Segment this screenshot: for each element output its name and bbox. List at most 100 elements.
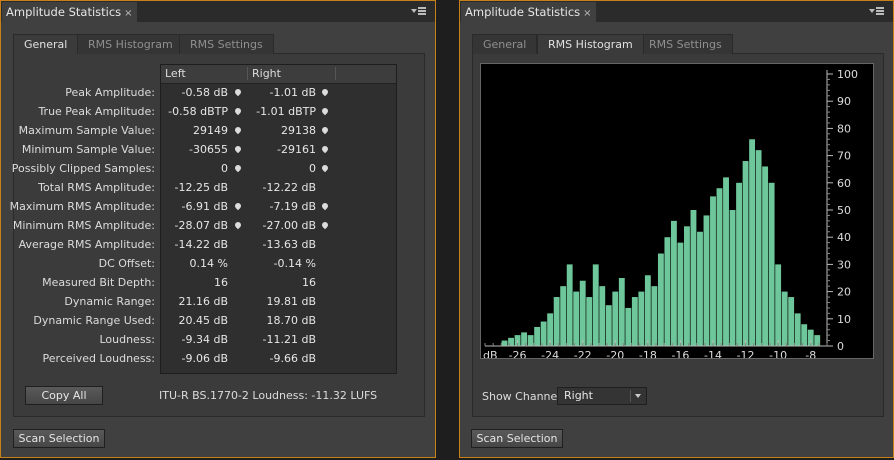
histogram-bar xyxy=(560,286,567,346)
tab-rms-settings[interactable]: RMS Settings xyxy=(179,34,274,54)
histogram-bar xyxy=(755,150,762,346)
histogram-bar xyxy=(677,242,684,346)
histogram-bar xyxy=(723,177,729,346)
histogram-bar xyxy=(599,286,606,346)
stat-value-left: 20.45 dB xyxy=(178,314,228,327)
tab-general[interactable]: General xyxy=(13,34,79,54)
x-tick-label: -18 xyxy=(639,349,657,358)
histogram-svg: 0 10 20 30 40 50 60 70 80 90 100 -26 -24 -22 -20 -18 -16… xyxy=(483,68,858,358)
histogram-bar xyxy=(781,291,788,346)
tab-general[interactable]: General xyxy=(472,34,538,54)
stat-label: Average RMS Amplitude: xyxy=(18,238,155,251)
panel-tab-bar: Amplitude Statistics × xyxy=(460,1,893,22)
stat-value-left: -12.25 dB xyxy=(174,181,229,194)
histogram-bar xyxy=(710,196,716,346)
histogram-bar xyxy=(788,297,795,346)
histogram-bar xyxy=(553,297,560,346)
panel-title-tab[interactable]: Amplitude Statistics × xyxy=(2,2,137,22)
histogram-bar xyxy=(540,321,547,346)
stat-value-right: -1.01 dBTP xyxy=(256,105,316,118)
tab-rms-histogram[interactable]: RMS Histogram xyxy=(537,34,644,54)
stat-label: Possibly Clipped Samples: xyxy=(11,162,155,175)
stat-value-right: -12.22 dB xyxy=(262,181,317,194)
histogram-bar xyxy=(749,139,756,346)
stat-value-right: -0.14 % xyxy=(273,257,316,270)
rms-histogram-chart: 0 10 20 30 40 50 60 70 80 90 100 -26 -24 -22 -20 -18 -16… xyxy=(480,63,874,359)
stat-value-left: -0.58 dB xyxy=(181,86,229,99)
stat-value-right: 19.81 dB xyxy=(266,295,316,308)
histogram-bar xyxy=(579,280,586,346)
channel-select-value: Right xyxy=(564,389,593,402)
stat-value-left: 16 xyxy=(214,276,228,289)
histogram-bar xyxy=(775,264,782,346)
amplitude-statistics-panel-histogram: Amplitude Statistics × General RMS Histog… xyxy=(459,0,894,458)
histogram-bar xyxy=(736,182,742,346)
column-right[interactable]: Right xyxy=(252,67,281,80)
stat-value-right: 18.70 dB xyxy=(266,314,316,327)
x-tick-label: -24 xyxy=(541,349,559,358)
x-unit-label: dB xyxy=(483,349,498,358)
stat-label: Perceived Loudness: xyxy=(42,352,155,365)
stat-value-left: -6.91 dB xyxy=(181,200,229,213)
histogram-bar xyxy=(592,264,599,346)
histogram-bar xyxy=(625,307,632,346)
histogram-bar xyxy=(762,166,769,346)
histogram-bar xyxy=(794,313,801,346)
histogram-bar xyxy=(501,340,508,346)
channel-select[interactable]: Right xyxy=(557,387,647,405)
column-left[interactable]: Left xyxy=(165,67,186,80)
x-tick-label: -16 xyxy=(671,349,689,358)
histogram-bar xyxy=(566,264,573,346)
stat-value-right: -1.01 dB xyxy=(269,86,317,99)
stat-value-left: -30655 xyxy=(189,143,228,156)
tab-rms-histogram[interactable]: RMS Histogram xyxy=(77,34,184,54)
panel-menu-icon[interactable] xyxy=(869,6,885,17)
histogram-bar xyxy=(638,291,645,346)
y-tick-label: 50 xyxy=(837,204,851,217)
stat-label: Maximum Sample Value: xyxy=(18,124,155,137)
histogram-bar xyxy=(801,324,808,346)
stat-value-left: 29149 xyxy=(193,124,228,137)
stat-label: Dynamic Range Used: xyxy=(33,314,155,327)
histogram-bar xyxy=(670,220,677,346)
histogram-bar xyxy=(618,278,625,346)
y-tick-label: 40 xyxy=(837,231,851,244)
stat-label: DC Offset: xyxy=(98,257,155,270)
x-tick-label: -12 xyxy=(737,349,755,358)
histogram-bar xyxy=(605,305,612,346)
copy-all-button[interactable]: Copy All xyxy=(25,386,103,405)
histogram-bar xyxy=(534,326,541,346)
scan-selection-button[interactable]: Scan Selection xyxy=(471,429,563,448)
y-tick-label: 30 xyxy=(837,258,851,271)
stat-label: Minimum RMS Amplitude: xyxy=(12,219,155,232)
panel-menu-icon[interactable] xyxy=(411,6,427,17)
close-icon[interactable]: × xyxy=(583,8,591,19)
stat-value-right: 0 xyxy=(309,162,316,175)
histogram-bar xyxy=(703,215,710,346)
table-header: Left Right xyxy=(161,65,396,84)
amplitude-statistics-panel-general: Amplitude Statistics × General RMS Histog… xyxy=(0,0,436,458)
panel-tab-bar: Amplitude Statistics × xyxy=(1,1,435,22)
stat-value-left: 0 xyxy=(221,162,228,175)
histogram-bar xyxy=(697,231,703,346)
tab-rms-settings[interactable]: RMS Settings xyxy=(638,34,733,54)
stat-value-left: -0.58 dBTP xyxy=(168,105,228,118)
close-icon[interactable]: × xyxy=(124,8,132,19)
y-tick-label: 100 xyxy=(837,68,858,81)
stat-label: Dynamic Range: xyxy=(64,295,155,308)
stat-value-left: -14.22 dB xyxy=(174,238,229,251)
y-tick-label: 20 xyxy=(837,286,851,299)
stat-label: Total RMS Amplitude: xyxy=(38,181,155,194)
histogram-bar xyxy=(716,188,723,346)
scan-selection-button[interactable]: Scan Selection xyxy=(13,429,105,448)
histogram-bar xyxy=(768,182,775,346)
histogram-bar xyxy=(690,210,697,346)
histogram-bar xyxy=(651,286,658,346)
y-tick-label: 90 xyxy=(837,95,851,108)
x-tick-label: -14 xyxy=(704,349,722,358)
histogram-bar xyxy=(664,237,671,346)
y-tick-label: 60 xyxy=(837,177,851,190)
y-tick-label: 80 xyxy=(837,122,851,135)
stat-label: Peak Amplitude: xyxy=(65,86,155,99)
panel-title-tab[interactable]: Amplitude Statistics × xyxy=(461,2,596,22)
